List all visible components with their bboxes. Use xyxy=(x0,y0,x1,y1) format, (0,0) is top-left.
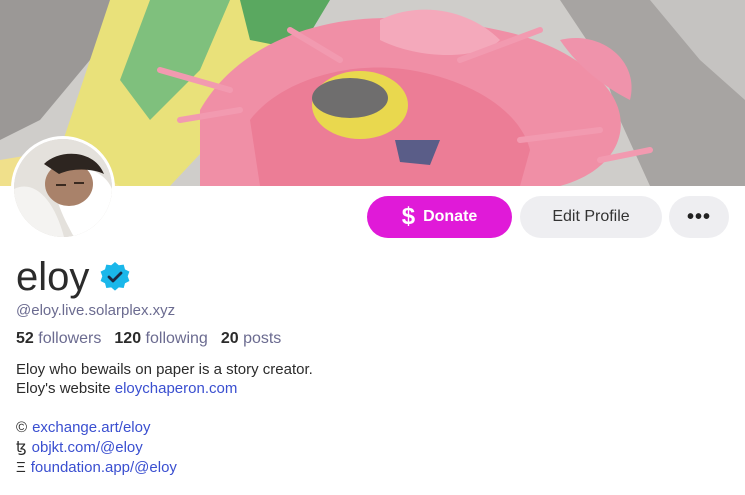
external-links: © exchange.art/eloy ꜩ objkt.com/@eloy Ξ … xyxy=(16,418,177,478)
link-row: Ξ foundation.app/@eloy xyxy=(16,458,177,478)
exchange-art-icon: © xyxy=(16,419,28,436)
bio-line-2: Eloy's website eloychaperon.com xyxy=(16,380,238,397)
profile-banner[interactable] xyxy=(0,0,745,186)
edit-profile-button[interactable]: Edit Profile xyxy=(520,196,662,238)
donate-label: Donate xyxy=(423,208,478,225)
avatar[interactable] xyxy=(11,136,115,240)
dollar-icon: $ xyxy=(401,203,416,230)
objkt-link[interactable]: objkt.com/@eloy xyxy=(32,438,143,458)
tezos-icon: ꜩ xyxy=(16,439,27,456)
banner-artwork xyxy=(0,0,745,186)
exchange-art-link[interactable]: exchange.art/eloy xyxy=(32,418,150,438)
posts-stat: 20 posts xyxy=(220,330,282,347)
followers-stat[interactable]: 52 followers xyxy=(16,330,101,348)
link-row: ꜩ objkt.com/@eloy xyxy=(16,438,177,458)
ethereum-icon: Ξ xyxy=(16,459,26,476)
display-name: eloy xyxy=(16,255,90,299)
avatar-photo xyxy=(14,139,112,237)
profile-handle[interactable]: @eloy.live.solarplex.xyz xyxy=(16,302,175,319)
bio-line-1: Eloy who bewails on paper is a story cre… xyxy=(16,361,313,378)
profile-bio: Eloy who bewails on paper is a story cre… xyxy=(16,360,313,398)
profile-stats: 52 followers 120 following 20 posts xyxy=(16,330,281,348)
foundation-link[interactable]: foundation.app/@eloy xyxy=(31,458,177,478)
donate-button[interactable]: $ Donate xyxy=(367,196,512,238)
website-link[interactable]: eloychaperon.com xyxy=(115,380,238,397)
link-row: © exchange.art/eloy xyxy=(16,418,177,438)
verified-badge-icon xyxy=(100,262,130,291)
following-stat[interactable]: 120 following xyxy=(114,330,207,348)
profile-name-row: eloy xyxy=(16,254,131,300)
more-options-button[interactable]: ••• xyxy=(669,196,729,238)
